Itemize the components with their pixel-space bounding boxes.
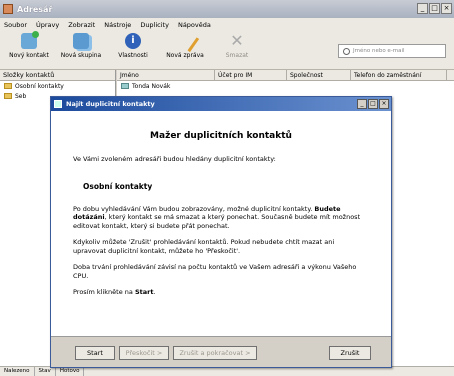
dialog-paragraph-3: Doba trvání prohledávání závisí na počtu… [73, 263, 357, 280]
cancel-and-continue-button[interactable]: Zrušit a pokračovat > [173, 346, 257, 360]
menu-bar: Soubor Úpravy Zobrazit Nástroje Duplicit… [0, 18, 454, 31]
status-tab-done[interactable]: Hotovo [56, 367, 85, 376]
status-tab-state[interactable]: Stav [35, 367, 56, 376]
menu-help[interactable]: Nápověda [178, 21, 211, 29]
menu-edit[interactable]: Úpravy [36, 21, 59, 29]
menu-tools[interactable]: Nástroje [104, 21, 131, 29]
para4-rest: . [153, 288, 156, 296]
column-im[interactable]: Účet pro IM [215, 70, 287, 80]
cancel-button[interactable]: Zrušit [329, 346, 371, 360]
menu-duplicates[interactable]: Duplicity [140, 21, 169, 29]
properties-icon: i [125, 33, 141, 49]
contact-name: Tonda Novák [132, 82, 171, 90]
window-controls: _ □ × [417, 3, 452, 14]
dialog-paragraph-4: Prosím klikněte na Start. [73, 288, 369, 297]
new-contact-label: Nový kontakt [9, 52, 49, 59]
dialog-app-icon [54, 100, 62, 108]
dialog-title: Najít duplicitní kontakty [66, 100, 155, 108]
column-company[interactable]: Společnost [287, 70, 351, 80]
dialog-minimize-button[interactable]: _ [357, 99, 367, 109]
dialog-maximize-button[interactable]: □ [368, 99, 378, 109]
status-tab-found[interactable]: Nalezeno [0, 367, 35, 376]
dialog-heading: Mažer duplicitních kontaktů [150, 131, 292, 141]
close-button[interactable]: × [441, 3, 452, 14]
new-message-label: Nová zpráva [166, 52, 204, 59]
search-input[interactable]: Jméno nebo e-mail [338, 44, 446, 58]
para1-text: Po dobu vyhledávání Vám budou zobrazován… [73, 204, 313, 213]
para1-rest: , který kontakt se má smazat a který pon… [73, 213, 361, 230]
dialog-paragraph-2: Kdykoliv můžete 'Zrušit' prohledávání ko… [73, 238, 335, 255]
properties-label: Vlastnosti [118, 52, 148, 59]
search-icon [343, 47, 350, 55]
column-name[interactable]: Jméno [117, 70, 215, 80]
dialog-paragraph-1: Po dobu vyhledávání Vám budou zobrazován… [73, 205, 369, 231]
address-book-icon [3, 4, 13, 14]
new-message-icon [176, 29, 200, 53]
new-group-icon [73, 33, 89, 49]
para4-text: Prosím klikněte na [73, 288, 135, 296]
maximize-button[interactable]: □ [429, 3, 440, 14]
skip-button[interactable]: Přeskočit > [119, 346, 169, 360]
new-group-label: Nová skupina [60, 52, 102, 59]
dialog-titlebar: Najít duplicitní kontakty _ □ × [51, 97, 391, 111]
dialog-body: Mažer duplicitních kontaktů Ve Vámi zvol… [51, 111, 391, 336]
list-header: Jméno Účet pro IM Společnost Telefon do … [117, 70, 454, 81]
menu-file[interactable]: Soubor [4, 21, 27, 29]
dialog-controls: _ □ × [357, 99, 389, 109]
sidebar-item-personal[interactable]: Osobní kontakty [0, 81, 115, 91]
dialog-intro: Ve Vámi zvoleném adresáři budou hledány … [73, 155, 276, 163]
search-placeholder: Jméno nebo e-mail [353, 48, 405, 54]
table-row[interactable]: Tonda Novák [117, 81, 454, 91]
new-message-button[interactable]: Nová zpráva [160, 29, 210, 59]
delete-label: Smazat [225, 52, 249, 59]
window-title: Adresář [17, 4, 53, 14]
contact-card-icon [121, 83, 129, 89]
para4-bold: Start [134, 288, 154, 296]
find-duplicates-dialog: Najít duplicitní kontakty _ □ × Mažer du… [50, 96, 392, 368]
folder-icon [4, 83, 12, 89]
minimize-button[interactable]: _ [417, 3, 428, 14]
sidebar-item-label: Seb [15, 92, 27, 100]
selected-addressbook: Osobní kontakty [83, 181, 153, 191]
new-group-button[interactable]: Nová skupina [56, 33, 106, 59]
window-titlebar: Adresář _ □ × [0, 0, 454, 18]
menu-view[interactable]: Zobrazit [68, 21, 95, 29]
delete-icon: ✕ [230, 31, 244, 50]
new-contact-icon [21, 31, 39, 49]
start-button[interactable]: Start [75, 346, 115, 360]
folder-icon [4, 93, 12, 99]
folders-header: Složky kontaktů [0, 70, 115, 81]
delete-button[interactable]: ✕ Smazat [212, 31, 262, 60]
sidebar-item-label: Osobní kontakty [15, 82, 64, 90]
new-contact-button[interactable]: Nový kontakt [4, 31, 54, 59]
column-work-phone[interactable]: Telefon do zaměstnání [351, 70, 447, 80]
properties-button[interactable]: i Vlastnosti [108, 33, 158, 59]
dialog-close-button[interactable]: × [379, 99, 389, 109]
dialog-footer: Start Přeskočit > Zrušit a pokračovat > … [51, 336, 391, 367]
toolbar: Nový kontakt Nová skupina i Vlastnosti N… [0, 29, 454, 70]
